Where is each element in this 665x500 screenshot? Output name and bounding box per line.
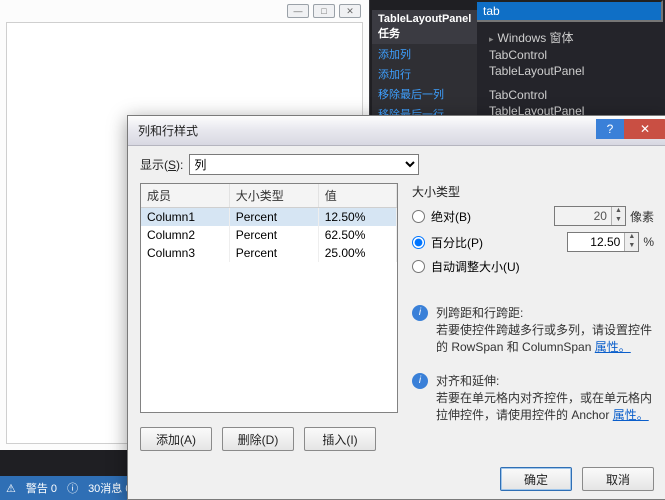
info-align-link[interactable]: 属性。 — [613, 408, 649, 422]
smart-tag-link[interactable]: 添加列 — [372, 44, 477, 64]
show-label: 显示(S): — [140, 156, 183, 173]
show-select[interactable]: 列 — [189, 154, 419, 175]
toolbox-search-input[interactable] — [475, 0, 663, 22]
toolbox-item[interactable]: TabControl — [487, 47, 665, 63]
column-row-styles-dialog: 列和行样式 ? ✕ 显示(S): 列 成员 大小类型 — [127, 115, 665, 500]
radio-absolute[interactable] — [412, 210, 425, 223]
window-control-icons: — □ ✕ — [287, 4, 361, 18]
toolbox-item[interactable]: TabControl — [487, 87, 665, 103]
warning-icon: ⚠ — [6, 482, 16, 495]
close-button[interactable]: ✕ — [624, 119, 665, 139]
radio-autosize[interactable] — [412, 260, 425, 273]
dialog-titlebar[interactable]: 列和行样式 ? ✕ — [128, 116, 665, 146]
insert-button[interactable]: 插入(I) — [304, 427, 376, 451]
size-type-heading: 大小类型 — [412, 183, 654, 200]
radio-percent-label[interactable]: 百分比(P) — [431, 234, 483, 251]
ok-button[interactable]: 确定 — [500, 467, 572, 491]
absolute-input — [555, 207, 611, 225]
spinner-down-icon[interactable]: ▼ — [625, 242, 638, 251]
info-span: i 列跨距和行跨距: 若要使控件跨越多行或多列，请设置控件的 RowSpan 和… — [412, 305, 654, 355]
absolute-unit: 像素 — [630, 208, 654, 225]
info-span-title: 列跨距和行跨距: — [436, 305, 654, 322]
info-align: i 对齐和延伸: 若要在单元格内对齐控件，或在单元格内拉伸控件，请使用控件的 A… — [412, 373, 654, 423]
dialog-title: 列和行样式 — [138, 122, 198, 139]
info-icon: i — [412, 305, 428, 321]
warning-count[interactable]: 警告 0 — [26, 480, 57, 496]
add-button[interactable]: 添加(A) — [140, 427, 212, 451]
toolbox-item[interactable]: TableLayoutPanel — [487, 63, 665, 79]
message-count[interactable]: 30消息 0 — [88, 480, 131, 496]
radio-percent[interactable] — [412, 236, 425, 249]
grid-header-type[interactable]: 大小类型 — [229, 184, 318, 208]
table-row[interactable]: Column3 Percent 25.00% — [141, 244, 397, 262]
percent-unit: % — [643, 235, 654, 249]
radio-absolute-label[interactable]: 绝对(B) — [431, 208, 471, 225]
radio-autosize-label[interactable]: 自动调整大小(U) — [431, 258, 520, 275]
smart-tag-link[interactable]: 移除最后一列 — [372, 84, 477, 104]
table-row[interactable]: Column1 Percent 12.50% — [141, 208, 397, 227]
percent-spinner[interactable]: ▲▼ — [567, 232, 639, 252]
percent-input[interactable] — [568, 233, 624, 251]
radio-absolute-row: 绝对(B) ▲▼ 像素 — [412, 206, 654, 226]
delete-button[interactable]: 删除(D) — [222, 427, 294, 451]
absolute-spinner: ▲▼ — [554, 206, 626, 226]
info-span-link[interactable]: 属性。 — [595, 340, 631, 354]
spinner-up-icon[interactable]: ▲ — [625, 233, 638, 242]
table-row[interactable]: Column2 Percent 62.50% — [141, 226, 397, 244]
spinner-up-icon: ▲ — [612, 207, 625, 216]
toolbox-group[interactable]: ▸Windows 窗体 — [487, 28, 665, 47]
info-align-title: 对齐和延伸: — [436, 373, 654, 390]
info-icon: i — [412, 373, 428, 389]
smart-tag-link[interactable]: 添加行 — [372, 64, 477, 84]
close-icon[interactable]: ✕ — [339, 4, 361, 18]
columns-grid[interactable]: 成员 大小类型 值 Column1 Percent 12.50% — [140, 183, 398, 413]
maximize-icon[interactable]: □ — [313, 4, 335, 18]
info-icon: ⓘ — [67, 480, 78, 496]
cancel-button[interactable]: 取消 — [582, 467, 654, 491]
help-button[interactable]: ? — [596, 119, 624, 139]
smart-tag-title: TableLayoutPanel 任务 — [372, 10, 477, 44]
radio-auto-row: 自动调整大小(U) — [412, 258, 654, 275]
grid-header-value[interactable]: 值 — [318, 184, 396, 208]
grid-header-member[interactable]: 成员 — [141, 184, 229, 208]
radio-percent-row: 百分比(P) ▲▼ % — [412, 232, 654, 252]
spinner-down-icon: ▼ — [612, 216, 625, 225]
minimize-icon[interactable]: — — [287, 4, 309, 18]
